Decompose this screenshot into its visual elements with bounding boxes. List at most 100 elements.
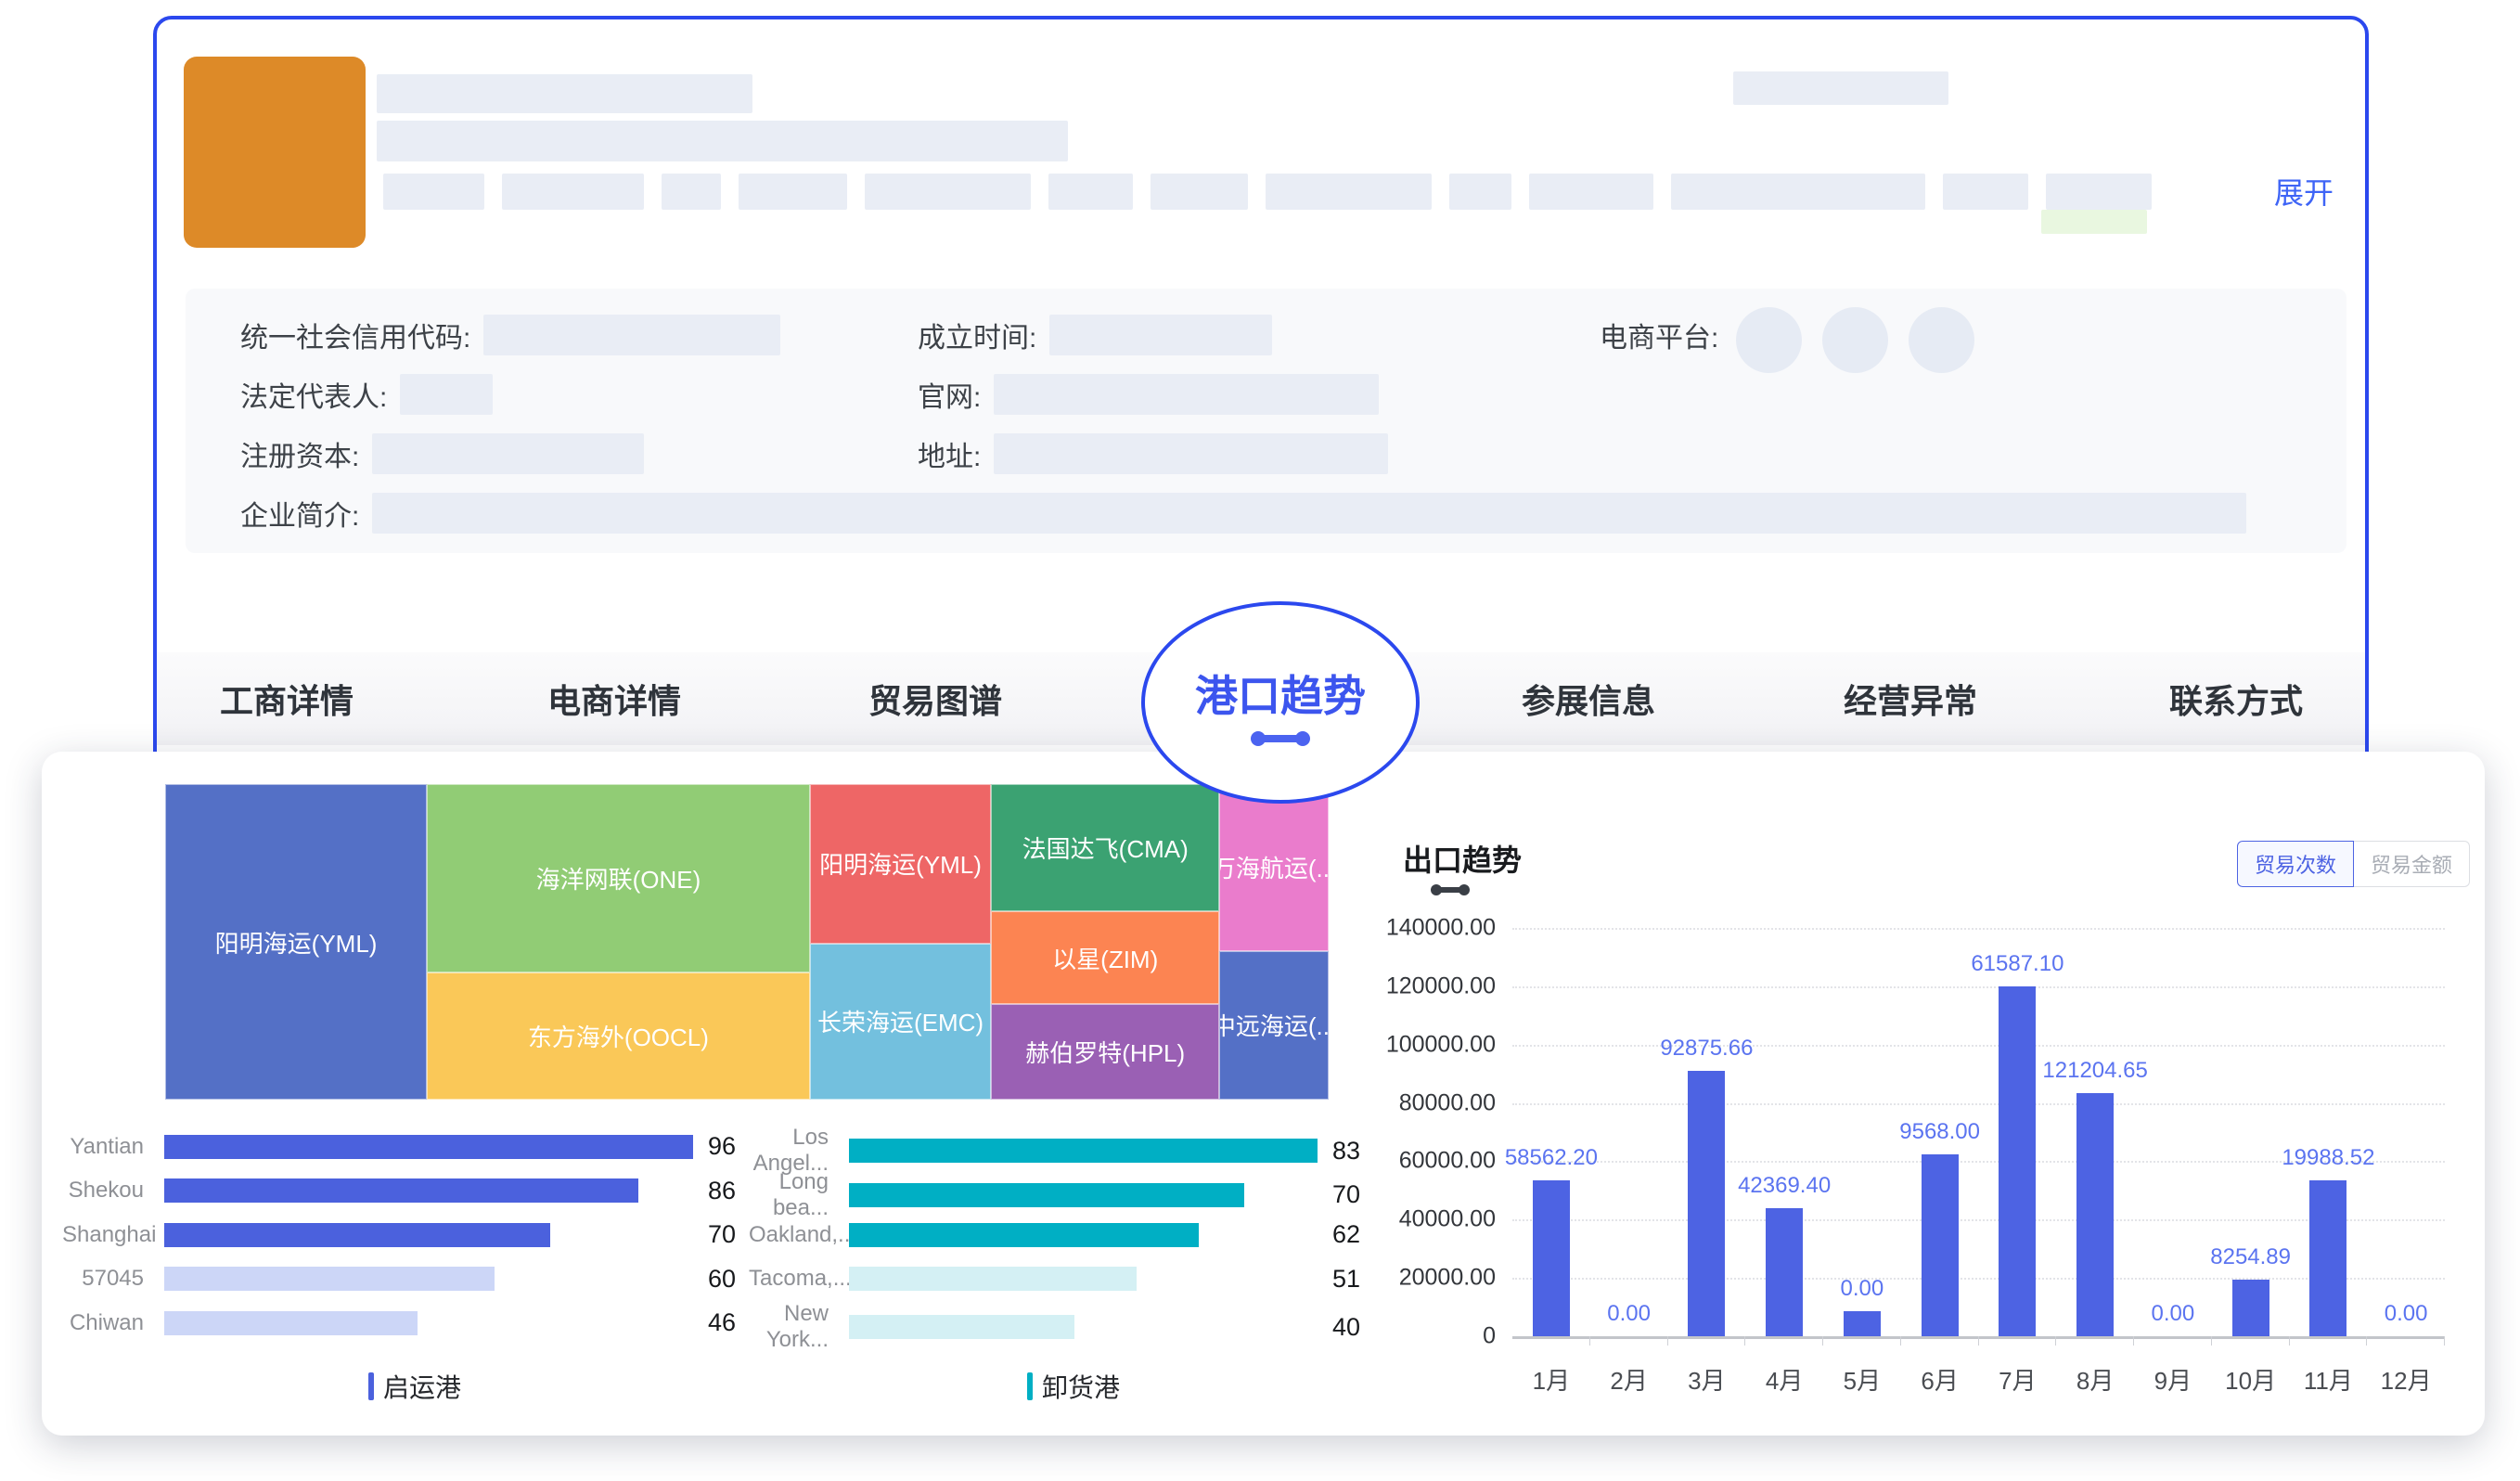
- trend-bar[interactable]: [1844, 1311, 1881, 1336]
- y-axis-tick: 80000.00: [1399, 1089, 1496, 1116]
- bar-value: 62: [1332, 1220, 1398, 1249]
- tag-placeholder: [383, 174, 484, 210]
- treemap-cell[interactable]: 以星(ZIM): [991, 911, 1219, 1004]
- month-label: 9月: [2134, 1362, 2212, 1397]
- treemap-cell[interactable]: 赫伯罗特(HPL): [991, 1004, 1219, 1100]
- trend-bar[interactable]: [1766, 1208, 1803, 1336]
- trend-bar[interactable]: [2309, 1180, 2346, 1336]
- tag-placeholder: [1048, 174, 1133, 210]
- bar-value-label: 42369.40: [1738, 1173, 1831, 1199]
- tab-contact-info[interactable]: 联系方式: [2169, 652, 2303, 745]
- port-bar[interactable]: [849, 1315, 1074, 1339]
- bar-category-label: Shanghai: [62, 1222, 164, 1248]
- y-axis-tick: 0: [1483, 1323, 1496, 1350]
- treemap-cell-label: 中远海运(...: [1219, 1008, 1329, 1042]
- trend-bar[interactable]: [1922, 1154, 1959, 1336]
- tab-business-details[interactable]: 工商详情: [220, 652, 354, 745]
- bar-value: 83: [1332, 1137, 1398, 1165]
- tab-trade-graph[interactable]: 贸易图谱: [868, 652, 1002, 745]
- bar-row: Tacoma,... 51: [749, 1257, 1398, 1302]
- y-axis-tick: 20000.00: [1399, 1265, 1496, 1292]
- treemap-cell[interactable]: 阳明海运(YML): [810, 784, 992, 944]
- trend-bar[interactable]: [1999, 986, 2036, 1336]
- value-placeholder: [400, 374, 493, 415]
- bar-category-label: Yantian: [62, 1134, 164, 1160]
- tag-placeholder: [662, 174, 721, 210]
- field-legal-rep: 法定代表人:: [240, 374, 493, 415]
- legend-label: 卸货港: [1042, 1368, 1120, 1405]
- port-bar[interactable]: [164, 1311, 418, 1335]
- x-axis-labels: 1月 2月 3月 4月 5月 6月 7月 8月 9月 10月 11月 12月: [1512, 1362, 2445, 1397]
- treemap-cell[interactable]: 东方海外(OOCL): [427, 972, 810, 1100]
- bar-category-label: Shekou: [62, 1178, 164, 1204]
- bar-value-label: 19988.52: [2282, 1145, 2374, 1171]
- bar-category-label: Tacoma,...: [749, 1266, 849, 1292]
- discharge-port-chart: Los Angel... 83 Long bea... 70 Oakland,.…: [749, 1125, 1398, 1405]
- port-bar[interactable]: [849, 1267, 1137, 1291]
- tag-placeholder: [2046, 174, 2152, 210]
- port-bar[interactable]: [164, 1135, 693, 1159]
- active-tab-label: 港口趋势: [1195, 663, 1366, 724]
- tag-placeholder: [502, 174, 644, 210]
- treemap-cell-label: 海洋网联(ONE): [536, 861, 701, 895]
- carrier-treemap: 阳明海运(YML) 海洋网联(ONE) 东方海外(OOCL) 阳明海运(YML)…: [165, 784, 1329, 1100]
- toggle-trade-count[interactable]: 贸易次数: [2237, 841, 2354, 887]
- port-bar[interactable]: [164, 1223, 550, 1247]
- tab-exhibition-info[interactable]: 参展信息: [1522, 652, 1655, 745]
- tag-placeholder: [1943, 174, 2028, 210]
- export-trend-plot: 140000.00 120000.00 100000.00 80000.00 6…: [1512, 928, 2445, 1336]
- departure-port-legend: 启运港: [62, 1368, 767, 1405]
- port-bar[interactable]: [849, 1139, 1318, 1163]
- trend-bar[interactable]: [1533, 1180, 1570, 1336]
- legend-marker: [368, 1372, 374, 1400]
- x-axis-ticks: [1512, 1336, 2445, 1346]
- bar-value-label: 61587.10: [1971, 951, 2064, 977]
- trend-bar[interactable]: [2076, 1093, 2114, 1336]
- tag-placeholder: [1529, 174, 1653, 210]
- export-trend-chart: 出口趋势 贸易次数 贸易金额 140000.00 120000.00 10000…: [1392, 826, 2487, 1401]
- export-trend-title: 出口趋势: [1403, 837, 1522, 880]
- treemap-cell-label: 东方海外(OOCL): [528, 1019, 709, 1053]
- treemap-cell[interactable]: 阳明海运(YML): [165, 784, 427, 1100]
- tab-port-trends-active-bubble[interactable]: 港口趋势: [1141, 601, 1420, 804]
- trend-bar[interactable]: [2232, 1280, 2269, 1336]
- bar-row: Shanghai 70: [62, 1213, 767, 1257]
- legend-label: 启运港: [383, 1368, 461, 1405]
- platform-icons: [1736, 307, 1974, 373]
- treemap-cell-label: 法国达飞(CMA): [1022, 831, 1189, 865]
- field-website: 官网:: [918, 374, 1379, 415]
- treemap-cell-label: 阳明海运(YML): [819, 846, 982, 881]
- bar-value-label: 8254.89: [2210, 1244, 2291, 1270]
- toggle-trade-amount[interactable]: 贸易金额: [2354, 841, 2470, 887]
- treemap-cell[interactable]: 法国达飞(CMA): [991, 784, 1219, 911]
- company-subtitle-placeholder: [377, 121, 1068, 161]
- legend-marker: [1027, 1372, 1033, 1400]
- bar-value-label: 121204.65: [2042, 1058, 2147, 1084]
- tab-ecommerce-details[interactable]: 电商详情: [547, 652, 681, 745]
- trend-bar[interactable]: [1688, 1071, 1725, 1336]
- value-placeholder: [1049, 315, 1272, 355]
- month-label: 6月: [1901, 1362, 1979, 1397]
- treemap-cell[interactable]: 中远海运(...: [1219, 951, 1329, 1100]
- treemap-cell[interactable]: 海洋网联(ONE): [427, 784, 810, 972]
- port-bar[interactable]: [164, 1178, 638, 1203]
- y-axis-tick: 100000.00: [1386, 1031, 1496, 1058]
- port-trends-panel: 阳明海运(YML) 海洋网联(ONE) 东方海外(OOCL) 阳明海运(YML)…: [42, 752, 2485, 1436]
- treemap-cell-label: 赫伯罗特(HPL): [1025, 1035, 1185, 1069]
- treemap-cell[interactable]: 万海航运(...: [1219, 784, 1329, 951]
- tag-placeholder: [1671, 174, 1925, 210]
- value-placeholder: [372, 433, 644, 474]
- port-bar[interactable]: [849, 1183, 1244, 1207]
- month-label: 2月: [1590, 1362, 1668, 1397]
- treemap-cell[interactable]: 长荣海运(EMC): [810, 944, 992, 1100]
- platform-icon-placeholder: [1736, 307, 1802, 373]
- treemap-cell-label: 阳明海运(YML): [215, 925, 378, 959]
- field-label: 官网:: [918, 374, 981, 415]
- port-bar[interactable]: [164, 1267, 495, 1291]
- treemap-cell-label: 长荣海运(EMC): [817, 1004, 984, 1038]
- bar-value-label: 0.00: [1841, 1276, 1884, 1302]
- tab-operation-anomaly[interactable]: 经营异常: [1844, 652, 1977, 745]
- expand-link[interactable]: 展开: [2274, 170, 2334, 212]
- month-label: 8月: [2056, 1362, 2134, 1397]
- port-bar[interactable]: [849, 1223, 1199, 1247]
